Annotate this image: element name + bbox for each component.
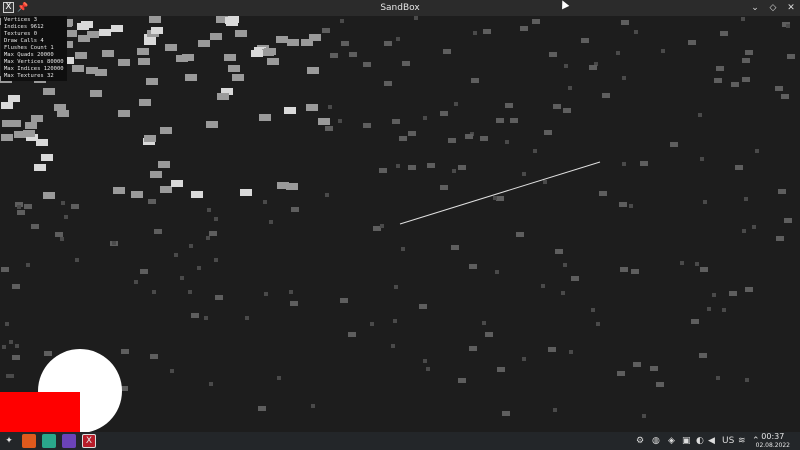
maximize-button[interactable]: ◇	[766, 0, 780, 16]
network-icon[interactable]: ≋	[738, 435, 746, 447]
stats-line: Max Vertices 80000	[4, 59, 64, 65]
stats-line: Textures 0	[4, 31, 38, 37]
discord-icon[interactable]: ◍	[652, 435, 660, 447]
stats-line: Indices 9612	[4, 24, 44, 30]
red-square	[0, 392, 80, 432]
window-title: SandBox	[380, 3, 420, 13]
sandbox-app-icon[interactable]: X	[82, 434, 96, 448]
stats-line: Max Textures 32	[4, 73, 54, 79]
settings-icon[interactable]: ⚙	[636, 435, 644, 447]
volume-icon[interactable]: ◀	[708, 435, 715, 447]
firefox-icon[interactable]	[22, 434, 36, 448]
taskbar: ✦ X ⚙ ◍ ◈ ▣ ◐ ◀ US ≋ ⌃ 00:37 02.08.2022	[0, 432, 800, 450]
line-segment	[399, 161, 601, 225]
stats-line: Vertices 3	[4, 17, 38, 23]
launcher-icon[interactable]: ✦	[2, 434, 16, 448]
stats-line: Max Quads 20000	[4, 52, 54, 58]
notes-icon[interactable]	[62, 434, 76, 448]
video-icon[interactable]: ▣	[682, 435, 691, 447]
accessibility-icon[interactable]: ◐	[696, 435, 704, 447]
clock-date: 02.08.2022	[755, 442, 790, 449]
render-canvas[interactable]: Vertices 3 Indices 9612 Textures 0 Draw Cal…	[0, 16, 800, 432]
close-button[interactable]: ✕	[784, 0, 798, 16]
scene-layer	[0, 161, 601, 432]
minimize-button[interactable]: ⌄	[748, 0, 762, 16]
stats-line: Flushes Count 1	[4, 45, 54, 51]
keyboard-layout[interactable]: US	[722, 435, 734, 447]
stats-overlay: Vertices 3 Indices 9612 Textures 0 Draw Cal…	[1, 16, 67, 81]
terminal-icon[interactable]	[42, 434, 56, 448]
stats-line: Draw Calls 4	[4, 38, 44, 44]
stats-line: Max Indices 120000	[4, 66, 64, 72]
clock[interactable]: 00:37 02.08.2022	[756, 432, 790, 450]
security-icon[interactable]: ◈	[668, 435, 675, 447]
window-titlebar: X 📌 SandBox ⌄ ◇ ✕	[0, 0, 800, 16]
clock-time: 00:37	[761, 432, 785, 441]
